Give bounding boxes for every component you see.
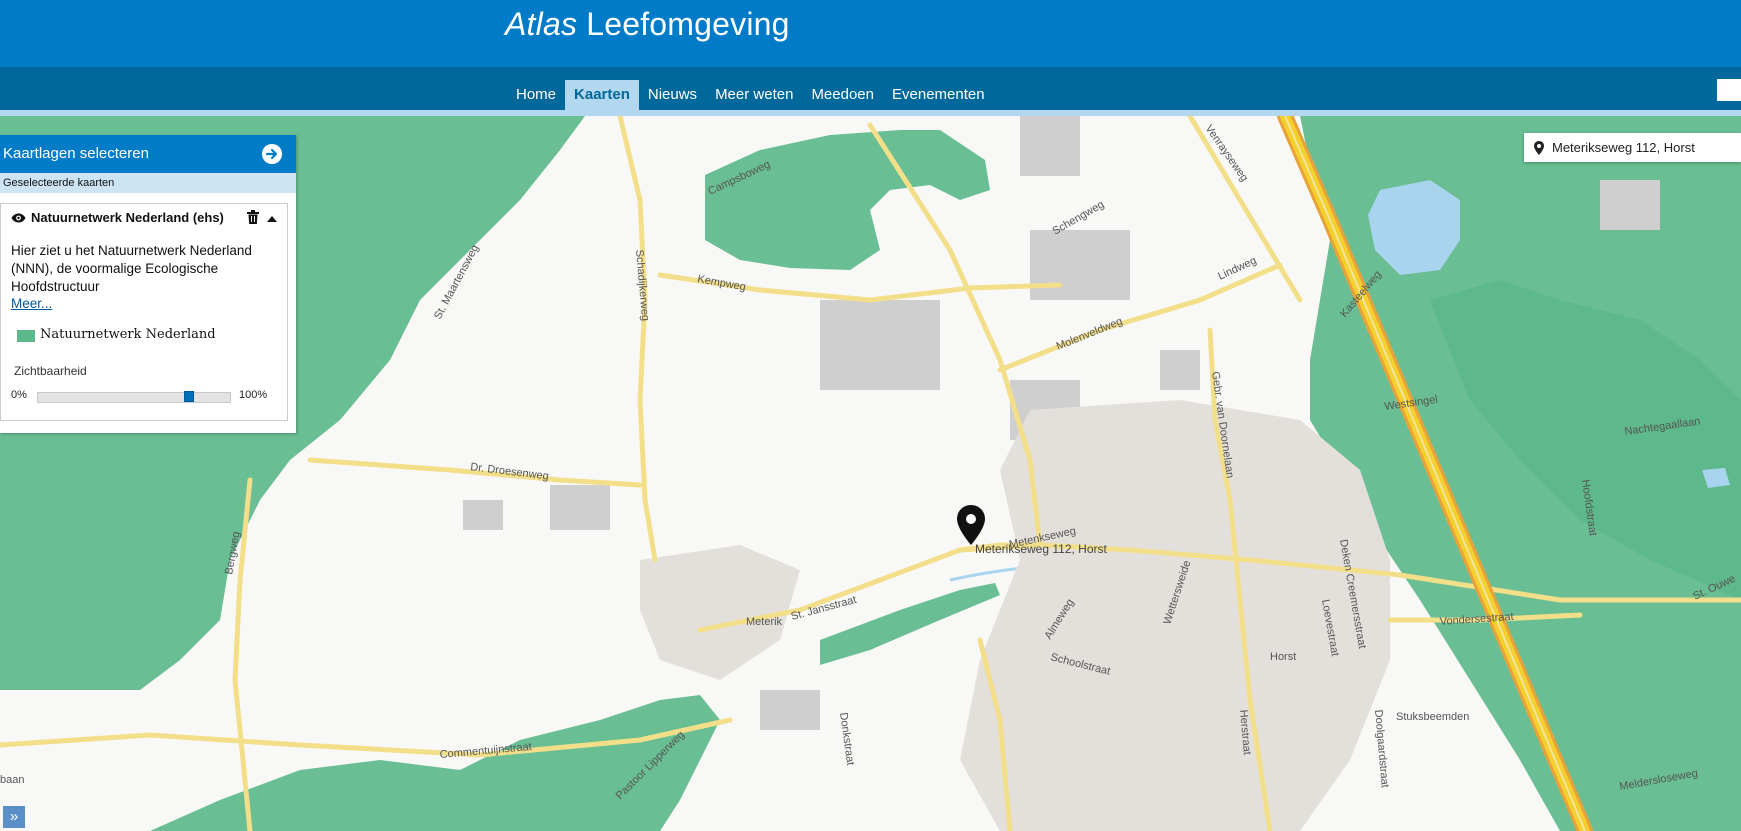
layer-description: Hier ziet u het Natuurnetwerk Nederland … [11, 243, 252, 294]
selected-maps-header: Geselecteerde kaarten [0, 173, 296, 193]
selected-maps-label: Geselecteerde kaarten [3, 177, 115, 189]
more-link[interactable]: Meer... [11, 296, 52, 311]
industrial-block-g [1600, 180, 1660, 230]
nav-item-kaarten[interactable]: Kaarten [565, 80, 639, 110]
address-badge[interactable]: Meterikseweg 112, Horst [1524, 133, 1741, 162]
nav-item-nieuws[interactable]: Nieuws [639, 80, 706, 110]
industrial-block-c [1030, 230, 1130, 300]
industrial-block-a [820, 300, 940, 390]
legend-label: Natuurnetwerk Nederland [40, 327, 216, 342]
brand-atlas: Atlas [505, 6, 578, 42]
pin-label: Meterikseweg 112, Horst [975, 542, 1107, 556]
map-label: Horst [1270, 651, 1296, 663]
nav-item-meer-weten[interactable]: Meer weten [706, 80, 802, 110]
map-label: Stuksbeemden [1396, 711, 1469, 723]
map-label: baan [0, 774, 24, 786]
nav-item-meedoen[interactable]: Meedoen [802, 80, 883, 110]
visibility-min: 0% [11, 389, 27, 401]
site-header: Atlas Leefomgeving [0, 0, 1741, 67]
layers-panel-title: Kaartlagen selecteren [3, 145, 149, 162]
slider-handle[interactable] [183, 391, 194, 402]
industrial-block-h [760, 690, 820, 730]
layer-name: Natuurnetwerk Nederland (ehs) [31, 210, 224, 225]
industrial-block-f [1160, 350, 1200, 390]
visibility-label: Zichtbaarheid [14, 364, 87, 378]
nav-item-home[interactable]: Home [507, 80, 565, 110]
eye-icon[interactable] [11, 213, 26, 223]
legend-swatch [17, 330, 35, 342]
brand-leefomgeving: Leefomgeving [577, 6, 790, 42]
industrial-block-d [550, 485, 610, 530]
layers-panel-header[interactable]: Kaartlagen selecteren [0, 135, 296, 173]
industrial-block-i [463, 500, 503, 530]
expand-panel-button[interactable]: » [3, 806, 25, 828]
map-marker-icon [1534, 140, 1544, 155]
layer-title[interactable]: Natuurnetwerk Nederland (ehs) [11, 210, 224, 225]
visibility-max: 100% [239, 389, 268, 401]
nav-item-evenementen[interactable]: Evenementen [883, 80, 994, 110]
collapse-icon[interactable] [267, 216, 277, 222]
search-input[interactable] [1717, 79, 1741, 101]
visibility-slider[interactable] [37, 391, 231, 403]
address-text: Meterikseweg 112, Horst [1552, 140, 1695, 155]
map-label: Meterik [746, 616, 783, 628]
layer-card: Natuurnetwerk Nederland (ehs) Hier ziet … [0, 203, 288, 421]
site-brand[interactable]: Atlas Leefomgeving [505, 6, 790, 43]
industrial-block-e [1020, 116, 1080, 176]
arrow-right-icon[interactable] [262, 144, 282, 164]
layers-panel: Kaartlagen selecteren Geselecteerde kaar… [0, 135, 296, 433]
main-nav: Home Kaarten Nieuws Meer weten Meedoen E… [507, 80, 994, 110]
trash-icon[interactable] [247, 210, 259, 224]
